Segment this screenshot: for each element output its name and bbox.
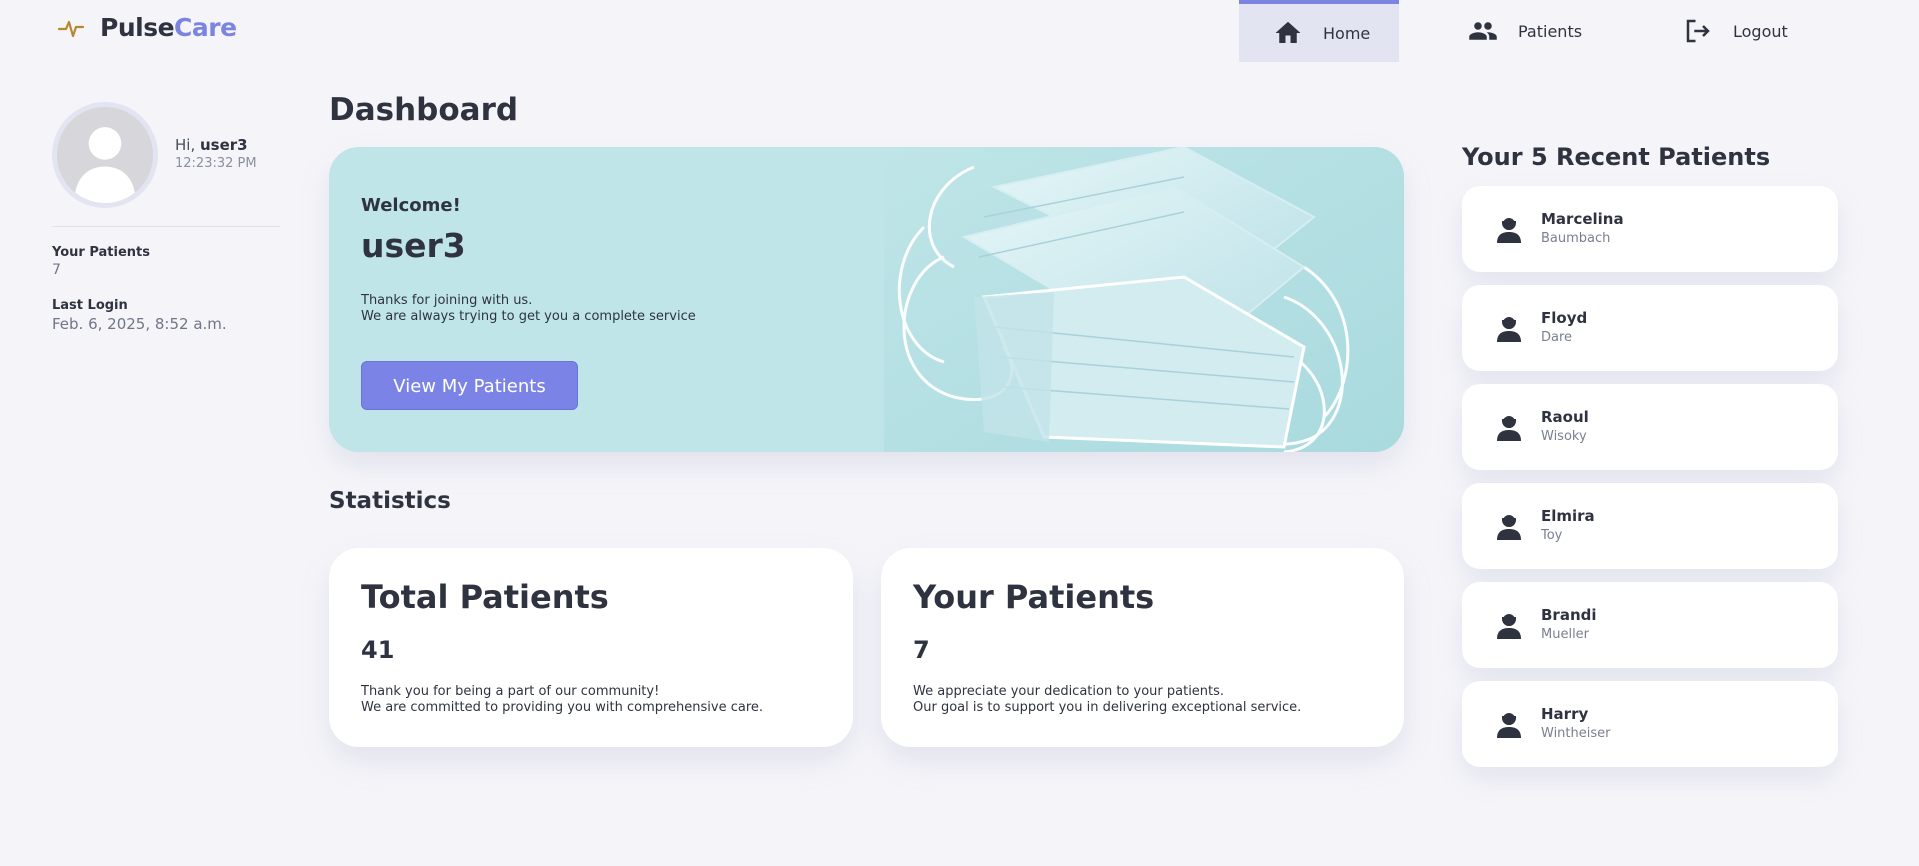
- patient-last-name: Mueller: [1541, 627, 1590, 642]
- clock-time: 12:23:32 PM: [175, 156, 257, 171]
- pulse-icon: [57, 20, 85, 38]
- profile-panel: Hi, user3 12:23:32 PM Your Patients 7 La…: [52, 102, 280, 333]
- top-navbar: PulseCare Home Patients Logout: [0, 0, 1919, 64]
- recent-patient-item[interactable]: Raoul Wisoky: [1462, 384, 1838, 470]
- welcome-heading: Welcome!: [361, 195, 461, 216]
- patient-icon: [1497, 317, 1521, 342]
- recent-patient-item[interactable]: Brandi Mueller: [1462, 582, 1838, 668]
- card-title: Total Patients: [361, 578, 609, 616]
- patient-first-name: Brandi: [1541, 606, 1597, 624]
- greeting: Hi, user3 12:23:32 PM: [175, 136, 257, 171]
- patient-last-name: Toy: [1541, 528, 1563, 543]
- page-title: Dashboard: [329, 92, 519, 128]
- patients-icon: [1469, 22, 1497, 40]
- user-avatar-icon: [57, 107, 153, 203]
- patient-first-name: Elmira: [1541, 507, 1595, 525]
- your-patients-label: Your Patients: [52, 245, 150, 260]
- welcome-message: Thanks for joining with us. We are alway…: [361, 293, 696, 325]
- last-login-value: Feb. 6, 2025, 8:52 a.m.: [52, 315, 227, 333]
- username: user3: [200, 136, 248, 154]
- patient-last-name: Wintheiser: [1541, 726, 1611, 741]
- patient-icon: [1497, 416, 1521, 441]
- banner-content: Welcome! user3 Thanks for joining with u…: [361, 195, 696, 410]
- recent-patients-heading: Your 5 Recent Patients: [1462, 143, 1771, 171]
- welcome-username: user3: [361, 226, 466, 265]
- patient-first-name: Marcelina: [1541, 210, 1624, 228]
- card-description: We appreciate your dedication to your pa…: [913, 684, 1372, 716]
- patient-last-name: Wisoky: [1541, 429, 1587, 444]
- face-masks-image: [884, 147, 1404, 452]
- patient-last-name: Baumbach: [1541, 231, 1611, 246]
- brand-name: PulseCare: [100, 12, 237, 42]
- patient-first-name: Raoul: [1541, 408, 1589, 426]
- divider: [52, 226, 280, 227]
- statistics-heading: Statistics: [329, 488, 451, 514]
- welcome-line-1: Thanks for joining with us.: [361, 293, 533, 308]
- card-line-2: We are committed to providing you with c…: [361, 700, 764, 715]
- recent-patient-item[interactable]: Elmira Toy: [1462, 483, 1838, 569]
- nav-logout[interactable]: Logout: [1683, 0, 1788, 62]
- welcome-line-2: We are always trying to get you a comple…: [361, 309, 696, 324]
- patient-first-name: Floyd: [1541, 309, 1588, 327]
- welcome-banner: Welcome! user3 Thanks for joining with u…: [329, 147, 1404, 452]
- card-value: 41: [361, 636, 395, 664]
- patient-last-name: Dare: [1541, 330, 1573, 345]
- brand-logo[interactable]: PulseCare: [56, 12, 237, 42]
- avatar[interactable]: [52, 102, 158, 208]
- patient-first-name: Harry: [1541, 705, 1589, 723]
- view-my-patients-button[interactable]: View My Patients: [361, 361, 578, 410]
- card-description: Thank you for being a part of our commun…: [361, 684, 821, 716]
- total-patients-card: Total Patients 41 Thank you for being a …: [329, 548, 853, 747]
- recent-patients-list: Marcelina Baumbach Floyd Dare Raoul Wiso…: [1462, 186, 1838, 780]
- nav-home[interactable]: Home: [1239, 0, 1399, 62]
- patient-icon: [1497, 713, 1521, 738]
- logout-icon: [1686, 19, 1710, 43]
- nav-patients-label: Patients: [1518, 21, 1583, 41]
- greeting-text: Hi, user3: [175, 136, 248, 154]
- card-line-1: Thank you for being a part of our commun…: [361, 684, 660, 699]
- nav-logout-label: Logout: [1733, 21, 1788, 41]
- recent-patient-item[interactable]: Harry Wintheiser: [1462, 681, 1838, 767]
- nav-patients[interactable]: Patients: [1468, 0, 1582, 62]
- recent-patient-item[interactable]: Marcelina Baumbach: [1462, 186, 1838, 272]
- your-patients-card: Your Patients 7 We appreciate your dedic…: [881, 548, 1404, 747]
- last-login-label: Last Login: [52, 298, 128, 313]
- patient-icon: [1497, 614, 1521, 639]
- card-value: 7: [913, 636, 930, 664]
- card-line-1: We appreciate your dedication to your pa…: [913, 684, 1225, 699]
- patient-icon: [1497, 218, 1521, 243]
- nav-home-label: Home: [1323, 23, 1371, 43]
- home-icon: [1275, 21, 1301, 43]
- recent-patient-item[interactable]: Floyd Dare: [1462, 285, 1838, 371]
- patient-icon: [1497, 515, 1521, 540]
- your-patients-value: 7: [52, 262, 61, 278]
- card-title: Your Patients: [913, 578, 1155, 616]
- card-line-2: Our goal is to support you in delivering…: [913, 700, 1302, 715]
